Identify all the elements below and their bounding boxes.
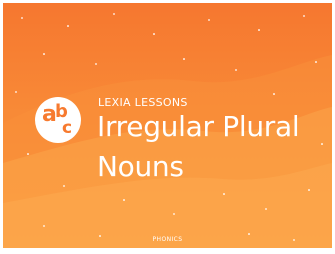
lesson-title: Irregular Plural Nouns	[97, 110, 300, 183]
lesson-card: a b c LEXIA LESSONS Irregular Plural Nou…	[3, 3, 332, 248]
logo-letter-c: c	[62, 118, 73, 138]
abc-logo-icon: a b c	[35, 97, 81, 143]
category-label: PHONICS	[152, 236, 183, 243]
